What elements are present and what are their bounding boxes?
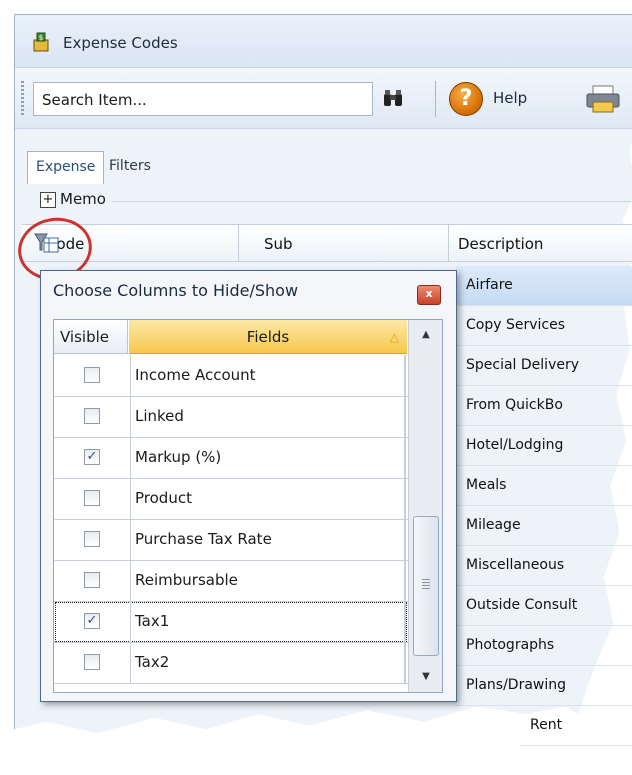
sort-ascending-icon: △ [389, 330, 399, 344]
visible-checkbox[interactable] [84, 490, 100, 506]
field-name: Markup (%) [130, 437, 406, 478]
list-item[interactable]: ✓ Tax1 [54, 601, 408, 643]
tab-filters[interactable]: Filters [101, 151, 159, 183]
table-row[interactable]: Hotel/Lodging [456, 426, 632, 466]
list-item[interactable]: Linked [54, 396, 408, 438]
title-bar: $ Expense Codes [15, 15, 632, 67]
column-header-description[interactable]: Description [458, 235, 543, 253]
scroll-up-icon[interactable]: ▲ [409, 320, 442, 350]
close-icon[interactable]: x [417, 285, 441, 305]
column-header-visible[interactable]: Visible [54, 320, 128, 354]
table-row[interactable]: Miscellaneous [456, 546, 632, 586]
popup-title: Choose Columns to Hide/Show [53, 281, 299, 300]
toolbar: Search Item... ? Help [15, 67, 632, 129]
visible-checkbox[interactable]: ✓ [84, 613, 100, 629]
visible-checkbox[interactable] [84, 408, 100, 424]
scroll-thumb[interactable] [413, 516, 439, 656]
table-row[interactable]: Outside Consult [456, 586, 632, 626]
field-name: Tax2 [130, 642, 406, 683]
column-chooser-popup: Choose Columns to Hide/Show x Visible Fi… [40, 270, 457, 702]
fields-header-label: Fields [246, 328, 290, 346]
tab-expense[interactable]: Expense [27, 151, 105, 184]
tab-strip: Expense Filters [15, 145, 632, 185]
app-icon: $ [33, 32, 49, 52]
scroll-grip-icon [422, 579, 430, 589]
help-button[interactable]: Help [493, 89, 527, 107]
list-item[interactable]: Tax2 [54, 642, 408, 684]
table-row[interactable]: Rent [520, 706, 632, 746]
help-icon[interactable]: ? [449, 82, 483, 116]
binoculars-icon[interactable] [381, 86, 405, 110]
table-row[interactable]: Special Delivery [456, 346, 632, 386]
list-item[interactable]: ✓ Markup (%) [54, 437, 408, 479]
memo-divider [112, 201, 632, 202]
table-row[interactable]: Airfare [456, 266, 632, 306]
column-header-fields[interactable]: Fields △ [129, 320, 407, 354]
field-name: Linked [130, 396, 406, 437]
table-row[interactable]: From QuickBo [456, 386, 632, 426]
visible-checkbox[interactable] [84, 572, 100, 588]
toolbar-separator [435, 81, 436, 117]
field-name: Reimbursable [130, 560, 406, 601]
screenshot-frame: $ Expense Codes Search Item... ? Help Ex… [0, 0, 632, 759]
table-row[interactable]: Meals [456, 466, 632, 506]
table-row[interactable]: Plans/Drawing [456, 666, 632, 706]
visible-checkbox[interactable] [84, 531, 100, 547]
vertical-scrollbar[interactable]: ▲ ▼ [408, 320, 442, 692]
column-divider[interactable] [238, 225, 239, 261]
field-name: Purchase Tax Rate [130, 519, 406, 560]
table-row[interactable]: Mileage [456, 506, 632, 546]
memo-label: Memo [60, 190, 106, 208]
list-item[interactable]: Income Account [54, 355, 408, 397]
scroll-down-icon[interactable]: ▼ [409, 662, 442, 692]
visible-checkbox[interactable]: ✓ [84, 449, 100, 465]
table-row[interactable]: Photographs [456, 626, 632, 666]
window-title: Expense Codes [63, 34, 178, 52]
printer-icon[interactable] [585, 84, 621, 114]
field-name: Product [130, 478, 406, 519]
field-name: Income Account [130, 355, 406, 396]
column-list: Visible Fields △ Income Account Linked ✓… [53, 319, 443, 693]
memo-expand-button[interactable]: + [40, 192, 56, 208]
grid-header: Code Sub Description [22, 224, 632, 262]
svg-text:$: $ [39, 34, 43, 42]
visible-checkbox[interactable] [84, 654, 100, 670]
table-row[interactable]: Copy Services [456, 306, 632, 346]
toolbar-grip[interactable] [21, 81, 24, 115]
list-item[interactable]: Purchase Tax Rate [54, 519, 408, 561]
column-divider[interactable] [448, 225, 449, 261]
column-header-sub[interactable]: Sub [264, 235, 293, 253]
visible-checkbox[interactable] [84, 367, 100, 383]
search-text: Search Item... [42, 91, 147, 109]
list-item[interactable]: Product [54, 478, 408, 520]
search-input[interactable]: Search Item... [33, 82, 373, 116]
list-item[interactable]: Reimbursable [54, 560, 408, 602]
field-name: Tax1 [130, 601, 406, 642]
